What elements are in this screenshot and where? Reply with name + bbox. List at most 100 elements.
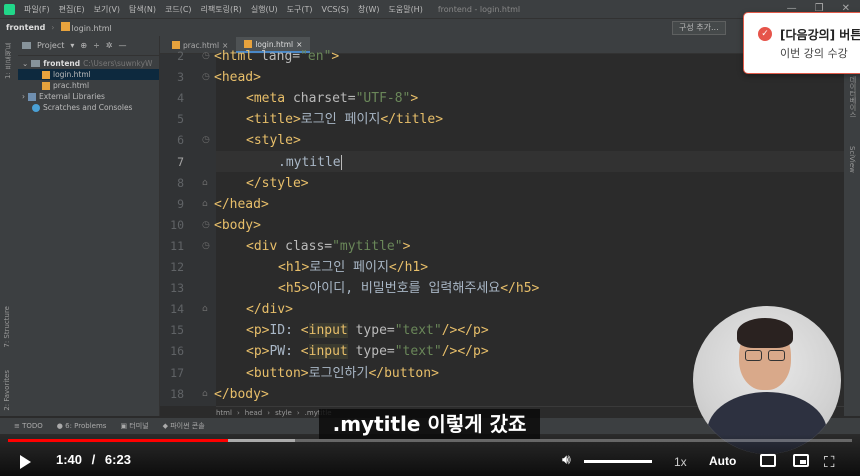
subtitles-icon[interactable] [760, 454, 776, 467]
project-panel: Project ▾ ⊕ ÷ ✲ — ⌄ frontend C:\Users\su… [18, 36, 160, 416]
code-line[interactable]: <title>로그인 페이지</title> [246, 109, 443, 130]
crumb-head[interactable]: head [245, 409, 262, 417]
volume-icon[interactable]: 🔊︎ [562, 452, 571, 468]
menu-window[interactable]: 창(W) [358, 4, 380, 15]
code-line[interactable]: <p>ID: <input type="text"/></p> [246, 320, 489, 341]
project-view-selector[interactable]: Project [37, 41, 64, 50]
code-line[interactable]: .mytitle [278, 152, 342, 173]
menu-view[interactable]: 보기(V) [94, 4, 120, 15]
terminal-tool-tab[interactable]: ▣ 터미널 [120, 421, 148, 431]
code-line[interactable]: <body> [214, 215, 261, 236]
code-line[interactable]: <meta charset="UTF-8"> [246, 88, 418, 109]
line-number: 8 [177, 175, 184, 190]
fold-marker-icon[interactable]: ⌂ [202, 299, 208, 320]
todo-tool-tab[interactable]: ≡ TODO [14, 422, 43, 430]
code-line[interactable]: </body> [214, 384, 269, 405]
chevron-down-icon[interactable]: ▾ [70, 41, 74, 50]
instructor-hair [737, 318, 793, 348]
code-line[interactable]: <html lang="en"> [214, 46, 339, 67]
gear-icon[interactable]: ✲ [106, 41, 113, 50]
structure-tool-tab[interactable]: 7: Structure [3, 306, 11, 348]
line-number: 2 [177, 49, 184, 63]
volume-slider[interactable] [584, 460, 652, 463]
current-time: 1:40 [56, 452, 83, 467]
collapse-icon[interactable]: ÷ [93, 41, 100, 50]
crumb-style[interactable]: style [275, 409, 292, 417]
locate-icon[interactable]: ⊕ [80, 41, 87, 50]
line-number: 13 [170, 281, 184, 296]
code-line[interactable]: </head> [214, 194, 269, 215]
problems-tool-tab[interactable]: ● 6: Problems [57, 422, 107, 430]
fold-marker-icon[interactable]: ◷ [202, 236, 210, 257]
nav-file[interactable]: login.html [60, 22, 112, 33]
ide-menubar: 파일(F) 편집(E) 보기(V) 탐색(N) 코드(C) 리팩토링(R) 실행… [0, 0, 860, 18]
menu-file[interactable]: 파일(F) [24, 4, 50, 15]
fullscreen-icon[interactable]: ⛶ [824, 453, 835, 471]
pycharm-logo-icon [4, 3, 15, 15]
video-progress-bar[interactable] [8, 439, 852, 442]
quality-selector[interactable]: Auto [709, 454, 736, 468]
time-display: 1:40 / 6:23 [56, 452, 131, 467]
line-number: 18 [170, 386, 184, 401]
fold-marker-icon[interactable]: ◷ [202, 130, 210, 151]
line-number: 4 [177, 91, 184, 106]
video-controls: 1:40 / 6:23 🔊︎ 1x Auto ⛶ [0, 446, 860, 476]
menu-edit[interactable]: 편집(E) [59, 4, 85, 15]
fold-marker-icon[interactable]: ◷ [202, 67, 210, 88]
python-console-tool-tab[interactable]: ◆ 파이썬 콘솔 [163, 421, 205, 431]
database-tool-tab[interactable]: 데이터베이스 [848, 76, 858, 118]
line-number: 16 [170, 344, 184, 359]
list-icon: ≡ [14, 422, 23, 430]
playback-speed[interactable]: 1x [674, 455, 687, 469]
menu-navigate[interactable]: 탐색(N) [129, 4, 156, 15]
menu-run[interactable]: 실행(U) [251, 4, 278, 15]
code-line[interactable]: <head> [214, 67, 261, 88]
next-lecture-notification[interactable]: ✓ [다음강의] 버튼 이번 강의 수강 [743, 12, 860, 74]
menu-vcs[interactable]: VCS(S) [322, 5, 349, 14]
add-configuration-button[interactable]: 구성 추가... [672, 21, 726, 35]
right-tool-strip: 데이터베이스 SciView [844, 36, 860, 416]
code-line[interactable]: <p>PW: <input type="text"/></p> [246, 341, 489, 362]
sciview-tool-tab[interactable]: SciView [848, 146, 856, 173]
fold-marker-icon[interactable]: ◷ [202, 215, 210, 236]
tree-file-login[interactable]: login.html [18, 69, 159, 80]
chevron-down-icon: ⌄ [22, 59, 29, 68]
library-icon [28, 92, 36, 101]
line-number: 6 [177, 133, 184, 148]
hide-icon[interactable]: — [119, 41, 127, 50]
code-line[interactable]: </div> [246, 299, 293, 320]
fold-marker-icon[interactable]: ⌂ [202, 384, 208, 405]
picture-in-picture-icon[interactable] [793, 454, 809, 467]
code-line[interactable]: <h1>로그인 페이지</h1> [278, 257, 428, 278]
html-file-icon [60, 22, 70, 31]
tree-root-frontend[interactable]: ⌄ frontend C:\Users\suwnkyW [18, 58, 159, 69]
left-tool-strip: 1: 프로젝트 7: Structure 2: Favorites [0, 36, 18, 416]
project-tool-tab[interactable]: 1: 프로젝트 [3, 42, 13, 79]
fold-marker-icon[interactable]: ⌂ [202, 194, 208, 215]
code-line[interactable]: <style> [246, 130, 301, 151]
menu-refactor[interactable]: 리팩토링(R) [201, 4, 242, 15]
menu-code[interactable]: 코드(C) [165, 4, 192, 15]
code-line[interactable]: <button>로그인하기</button> [246, 363, 439, 384]
favorites-tool-tab[interactable]: 2: Favorites [3, 370, 11, 411]
nav-project[interactable]: frontend [6, 23, 45, 32]
tree-scratches[interactable]: Scratches and Consoles [18, 102, 159, 113]
code-line[interactable]: <h5>아이디, 비밀번호를 입력해주세요</h5> [278, 278, 539, 299]
chevron-right-icon: › [22, 92, 25, 101]
terminal-icon: ▣ [120, 422, 130, 430]
fold-marker-icon[interactable]: ◷ [202, 46, 210, 67]
menu-tools[interactable]: 도구(T) [287, 4, 313, 15]
code-line[interactable]: <div class="mytitle"> [246, 236, 410, 257]
line-number: 10 [170, 217, 184, 232]
code-line[interactable]: </style> [246, 173, 309, 194]
tree-external-libraries[interactable]: › External Libraries [18, 91, 159, 102]
warning-icon: ● [56, 422, 66, 430]
fold-marker-icon[interactable]: ⌂ [202, 173, 208, 194]
play-icon[interactable] [20, 455, 31, 469]
glasses-right [768, 350, 785, 361]
buffered-bar [228, 439, 295, 442]
crumb-html[interactable]: html [216, 409, 232, 417]
tree-file-prac[interactable]: prac.html [18, 80, 159, 91]
instructor-webcam [693, 306, 841, 454]
menu-help[interactable]: 도움말(H) [388, 4, 422, 15]
